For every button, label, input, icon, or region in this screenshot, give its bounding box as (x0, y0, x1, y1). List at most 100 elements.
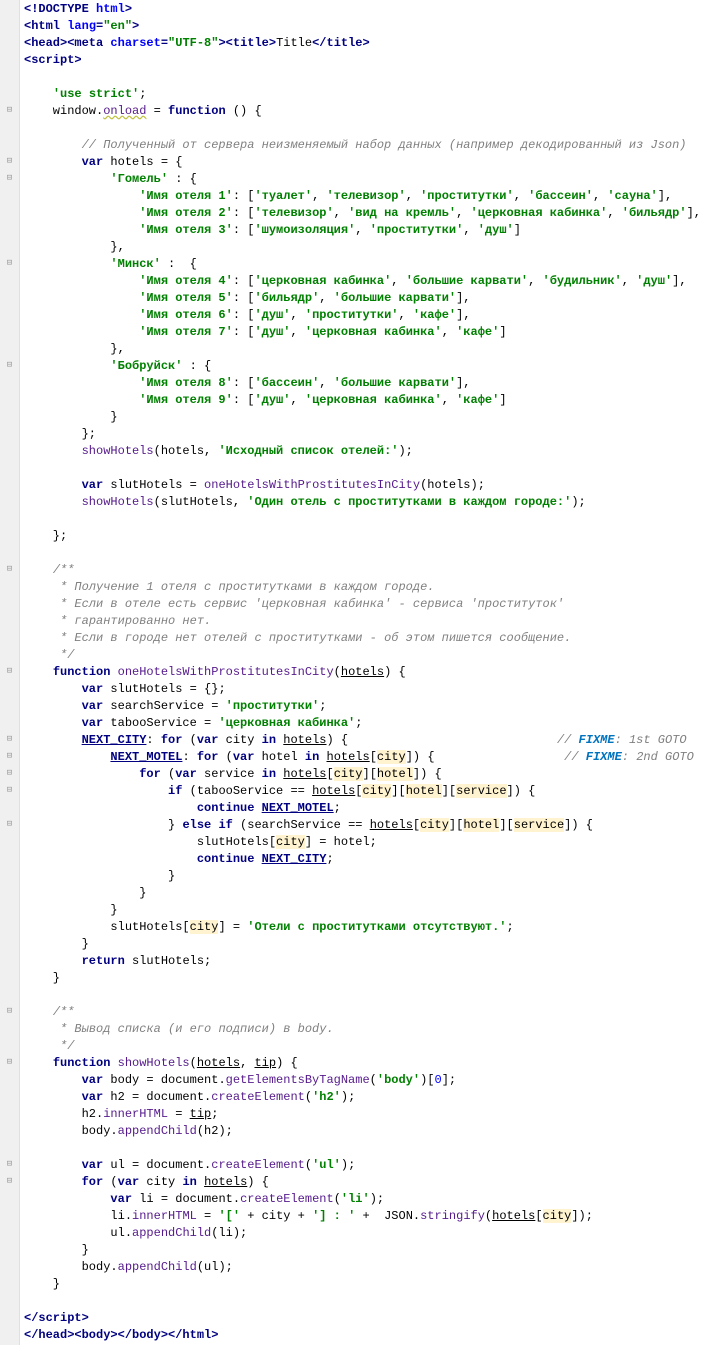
code-line[interactable]: } else if (searchService == hotels[city]… (24, 817, 720, 834)
code-line[interactable]: var body = document.getElementsByTagName… (24, 1072, 720, 1089)
code-line[interactable]: <!DOCTYPE html> (24, 1, 720, 18)
code-line[interactable]: function showHotels(hotels, tip) { (24, 1055, 720, 1072)
code-line[interactable]: * Получение 1 отеля с проститутками в ка… (24, 579, 720, 596)
code-line[interactable]: 'use strict'; (24, 86, 720, 103)
code-line[interactable]: */ (24, 647, 720, 664)
code-line[interactable]: var li = document.createElement('li'); (24, 1191, 720, 1208)
code-line[interactable]: } (24, 885, 720, 902)
code-line[interactable]: <html lang="en"> (24, 18, 720, 35)
code-line[interactable]: showHotels(slutHotels, 'Один отель с про… (24, 494, 720, 511)
code-line[interactable]: 'Имя отеля 7': ['душ', 'церковная кабинк… (24, 324, 720, 341)
code-line[interactable]: ul.appendChild(li); (24, 1225, 720, 1242)
code-line[interactable] (24, 987, 720, 1004)
code-line[interactable]: 'Имя отеля 9': ['душ', 'церковная кабинк… (24, 392, 720, 409)
code-line[interactable]: * гарантированно нет. (24, 613, 720, 630)
fold-marker (0, 1122, 19, 1139)
code-line[interactable]: function oneHotelsWithProstitutesInCity(… (24, 664, 720, 681)
code-line[interactable]: </head><body></body></html> (24, 1327, 720, 1344)
fold-marker[interactable]: ⊟ (0, 782, 19, 799)
fold-marker[interactable]: ⊟ (0, 255, 19, 272)
fold-marker[interactable]: ⊟ (0, 102, 19, 119)
code-line[interactable]: 'Имя отеля 8': ['бассеин', 'большие карв… (24, 375, 720, 392)
code-line[interactable]: * Если в отеле есть сервис 'церковная ка… (24, 596, 720, 613)
fold-marker[interactable]: ⊟ (0, 663, 19, 680)
code-line[interactable]: * Если в городе нет отелей с проститутка… (24, 630, 720, 647)
fold-marker[interactable]: ⊟ (0, 731, 19, 748)
code-line[interactable]: 'Имя отеля 1': ['туалет', 'телевизор', '… (24, 188, 720, 205)
code-line[interactable]: * Вывод списка (и его подписи) в body. (24, 1021, 720, 1038)
fold-marker[interactable]: ⊟ (0, 1173, 19, 1190)
fold-marker[interactable]: ⊟ (0, 153, 19, 170)
code-line[interactable]: return slutHotels; (24, 953, 720, 970)
code-line[interactable]: 'Имя отеля 3': ['шумоизоляция', 'простит… (24, 222, 720, 239)
code-line[interactable]: h2.innerHTML = tip; (24, 1106, 720, 1123)
code-line[interactable]: <script> (24, 52, 720, 69)
code-line[interactable]: for (var service in hotels[city][hotel])… (24, 766, 720, 783)
code-line[interactable]: var ul = document.createElement('ul'); (24, 1157, 720, 1174)
code-line[interactable] (24, 511, 720, 528)
code-line[interactable]: 'Гомель' : { (24, 171, 720, 188)
code-line[interactable]: }, (24, 341, 720, 358)
code-line[interactable] (24, 69, 720, 86)
code-line[interactable]: */ (24, 1038, 720, 1055)
fold-marker[interactable]: ⊟ (0, 765, 19, 782)
fold-marker[interactable]: ⊟ (0, 1156, 19, 1173)
code-line[interactable]: slutHotels[city] = hotel; (24, 834, 720, 851)
fold-marker[interactable]: ⊟ (0, 1054, 19, 1071)
code-line[interactable] (24, 545, 720, 562)
code-line[interactable]: 'Бобруйск' : { (24, 358, 720, 375)
fold-marker (0, 374, 19, 391)
code-line[interactable]: var slutHotels = oneHotelsWithProstitute… (24, 477, 720, 494)
fold-marker (0, 884, 19, 901)
code-line[interactable]: window.onload = function () { (24, 103, 720, 120)
code-line[interactable]: } (24, 868, 720, 885)
fold-marker[interactable]: ⊟ (0, 561, 19, 578)
code-line[interactable] (24, 460, 720, 477)
code-line[interactable]: showHotels(hotels, 'Исходный список отел… (24, 443, 720, 460)
code-line[interactable]: // Полученный от сервера неизменяемый на… (24, 137, 720, 154)
code-line[interactable] (24, 1293, 720, 1310)
code-line[interactable]: 'Имя отеля 4': ['церковная кабинка', 'бо… (24, 273, 720, 290)
code-line[interactable]: for (var city in hotels) { (24, 1174, 720, 1191)
fold-marker[interactable]: ⊟ (0, 170, 19, 187)
code-line[interactable]: continue NEXT_CITY; (24, 851, 720, 868)
code-line[interactable]: var searchService = 'проститутки'; (24, 698, 720, 715)
code-line[interactable]: var tabooService = 'церковная кабинка'; (24, 715, 720, 732)
code-line[interactable]: } (24, 970, 720, 987)
code-editor[interactable]: <!DOCTYPE html><html lang="en"><head><me… (20, 0, 724, 1345)
code-line[interactable]: }; (24, 426, 720, 443)
code-line[interactable]: /** (24, 1004, 720, 1021)
code-line[interactable]: 'Имя отеля 2': ['телевизор', 'вид на кре… (24, 205, 720, 222)
code-line[interactable] (24, 120, 720, 137)
code-line[interactable]: li.innerHTML = '[' + city + '] : ' + JSO… (24, 1208, 720, 1225)
code-line[interactable]: }; (24, 528, 720, 545)
code-line[interactable]: } (24, 409, 720, 426)
code-line[interactable]: if (tabooService == hotels[city][hotel][… (24, 783, 720, 800)
code-line[interactable]: } (24, 936, 720, 953)
fold-marker[interactable]: ⊟ (0, 816, 19, 833)
code-line[interactable]: var h2 = document.createElement('h2'); (24, 1089, 720, 1106)
code-line[interactable]: continue NEXT_MOTEL; (24, 800, 720, 817)
code-line[interactable]: NEXT_CITY: for (var city in hotels) { //… (24, 732, 720, 749)
code-line[interactable]: <head><meta charset="UTF-8"><title>Title… (24, 35, 720, 52)
code-line[interactable] (24, 1140, 720, 1157)
code-line[interactable]: slutHotels[city] = 'Отели с проституткам… (24, 919, 720, 936)
fold-marker (0, 0, 19, 17)
code-line[interactable]: </script> (24, 1310, 720, 1327)
code-line[interactable]: } (24, 902, 720, 919)
code-line[interactable]: NEXT_MOTEL: for (var hotel in hotels[cit… (24, 749, 720, 766)
code-line[interactable]: } (24, 1276, 720, 1293)
code-line[interactable]: var hotels = { (24, 154, 720, 171)
fold-marker[interactable]: ⊟ (0, 1003, 19, 1020)
code-line[interactable]: 'Минск' : { (24, 256, 720, 273)
code-line[interactable]: }, (24, 239, 720, 256)
fold-marker[interactable]: ⊟ (0, 748, 19, 765)
code-line[interactable]: 'Имя отеля 5': ['бильядр', 'большие карв… (24, 290, 720, 307)
code-line[interactable]: } (24, 1242, 720, 1259)
code-line[interactable]: body.appendChild(h2); (24, 1123, 720, 1140)
code-line[interactable]: var slutHotels = {}; (24, 681, 720, 698)
code-line[interactable]: 'Имя отеля 6': ['душ', 'проститутки', 'к… (24, 307, 720, 324)
code-line[interactable]: body.appendChild(ul); (24, 1259, 720, 1276)
code-line[interactable]: /** (24, 562, 720, 579)
fold-marker[interactable]: ⊟ (0, 357, 19, 374)
